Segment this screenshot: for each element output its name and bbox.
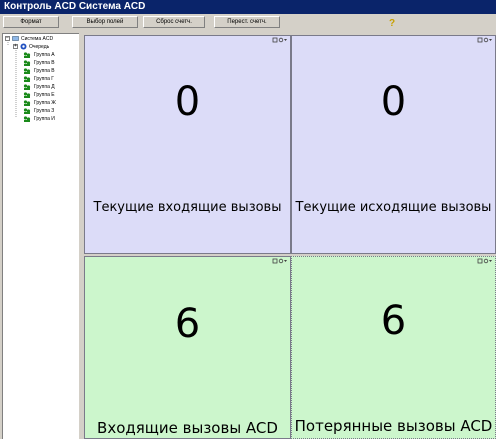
group-icon (23, 100, 31, 106)
reset-counters-button[interactable]: Сброс счетч. (143, 16, 205, 28)
tile-settings-icon[interactable] (483, 37, 489, 43)
tile-label: Текущие исходящие вызовы (295, 200, 492, 215)
tree-label-group: Группа Г (34, 76, 54, 82)
group-icon (23, 108, 31, 114)
tile-lost-acd[interactable]: 6 Потерянные вызовы ACD (291, 256, 496, 439)
tile-value: 0 (380, 79, 407, 125)
tree-item-group[interactable]: Группа Д (23, 83, 78, 91)
group-icon (23, 52, 31, 58)
tile-toolbar (477, 37, 492, 43)
tile-copy-icon[interactable] (272, 258, 278, 264)
tree-item-group[interactable]: Группа A (23, 51, 78, 59)
tile-label: Текущие входящие вызовы (93, 200, 282, 215)
pane-splitter[interactable] (79, 33, 83, 439)
tree-label-group: Группа Ж (34, 100, 56, 106)
tile-incoming-acd[interactable]: 6 Входящие вызовы ACD (84, 256, 291, 439)
tree-item-group[interactable]: Группа Е (23, 91, 78, 99)
tile-toolbar (272, 258, 287, 264)
tile-menu-icon[interactable] (489, 39, 492, 41)
tile-toolbar (477, 258, 492, 264)
queue-icon (20, 43, 27, 50)
tree-label-group: Группа З (34, 108, 55, 114)
tile-menu-icon[interactable] (489, 260, 492, 262)
tree-item-group[interactable]: Группа И (23, 115, 78, 123)
format-button[interactable]: Формат (3, 16, 59, 28)
group-icon (23, 116, 31, 122)
tree-item-group[interactable]: Группа B (23, 59, 78, 67)
tile-settings-icon[interactable] (278, 37, 284, 43)
tree-label-group: Группа И (34, 116, 55, 122)
tree-label-root: Система ACD (21, 36, 54, 42)
tile-copy-icon[interactable] (272, 37, 278, 43)
group-icon (23, 68, 31, 74)
acd-tree: − Система ACD + Очередь Группа A Группа … (2, 33, 79, 439)
tile-copy-icon[interactable] (477, 258, 483, 264)
expand-queue-icon[interactable]: + (13, 44, 18, 49)
tree-item-group[interactable]: Группа Ж (23, 99, 78, 107)
tile-menu-icon[interactable] (284, 39, 287, 41)
tile-settings-icon[interactable] (278, 258, 284, 264)
toolbar: Формат Выбор полей Сброс счетч. Перест. … (0, 14, 496, 30)
field-selection-button[interactable]: Выбор полей (72, 16, 138, 28)
collapse-root-icon[interactable]: − (5, 36, 10, 41)
window-title: Контроль ACD Система ACD (0, 0, 496, 14)
recalc-counters-button[interactable]: Перест. счетч. (214, 16, 280, 28)
tree-item-group[interactable]: Группа З (23, 107, 78, 115)
group-icon (23, 60, 31, 66)
tree-item-group[interactable]: Группа B (23, 67, 78, 75)
tile-menu-icon[interactable] (284, 260, 287, 262)
svg-text:?: ? (389, 18, 395, 27)
help-icon[interactable]: ? (387, 17, 397, 27)
tile-value: 6 (174, 301, 201, 347)
tree-item-queue[interactable]: + Очередь (13, 43, 78, 51)
tile-label: Входящие вызовы ACD (97, 419, 278, 437)
tree-label-group: Группа A (34, 52, 55, 58)
tile-value: 6 (380, 298, 407, 344)
group-icon (23, 76, 31, 82)
tile-settings-icon[interactable] (483, 258, 489, 264)
tile-current-outgoing[interactable]: 0 Текущие исходящие вызовы (291, 35, 496, 254)
tree-item-root[interactable]: − Система ACD (5, 35, 75, 43)
tree-label-group: Группа B (34, 68, 55, 74)
group-icon (23, 92, 31, 98)
tile-toolbar (272, 37, 287, 43)
tree-label-group: Группа Е (34, 92, 55, 98)
tile-label: Потерянные вызовы ACD (294, 417, 493, 435)
tree-item-group[interactable]: Группа Г (23, 75, 78, 83)
tile-copy-icon[interactable] (477, 37, 483, 43)
tile-current-incoming[interactable]: 0 Текущие входящие вызовы (84, 35, 291, 254)
system-icon (12, 36, 19, 41)
group-icon (23, 84, 31, 90)
tree-label-queue: Очередь (29, 44, 50, 50)
tree-label-group: Группа B (34, 60, 55, 66)
tile-value: 0 (174, 79, 201, 125)
tree-label-group: Группа Д (34, 84, 55, 90)
